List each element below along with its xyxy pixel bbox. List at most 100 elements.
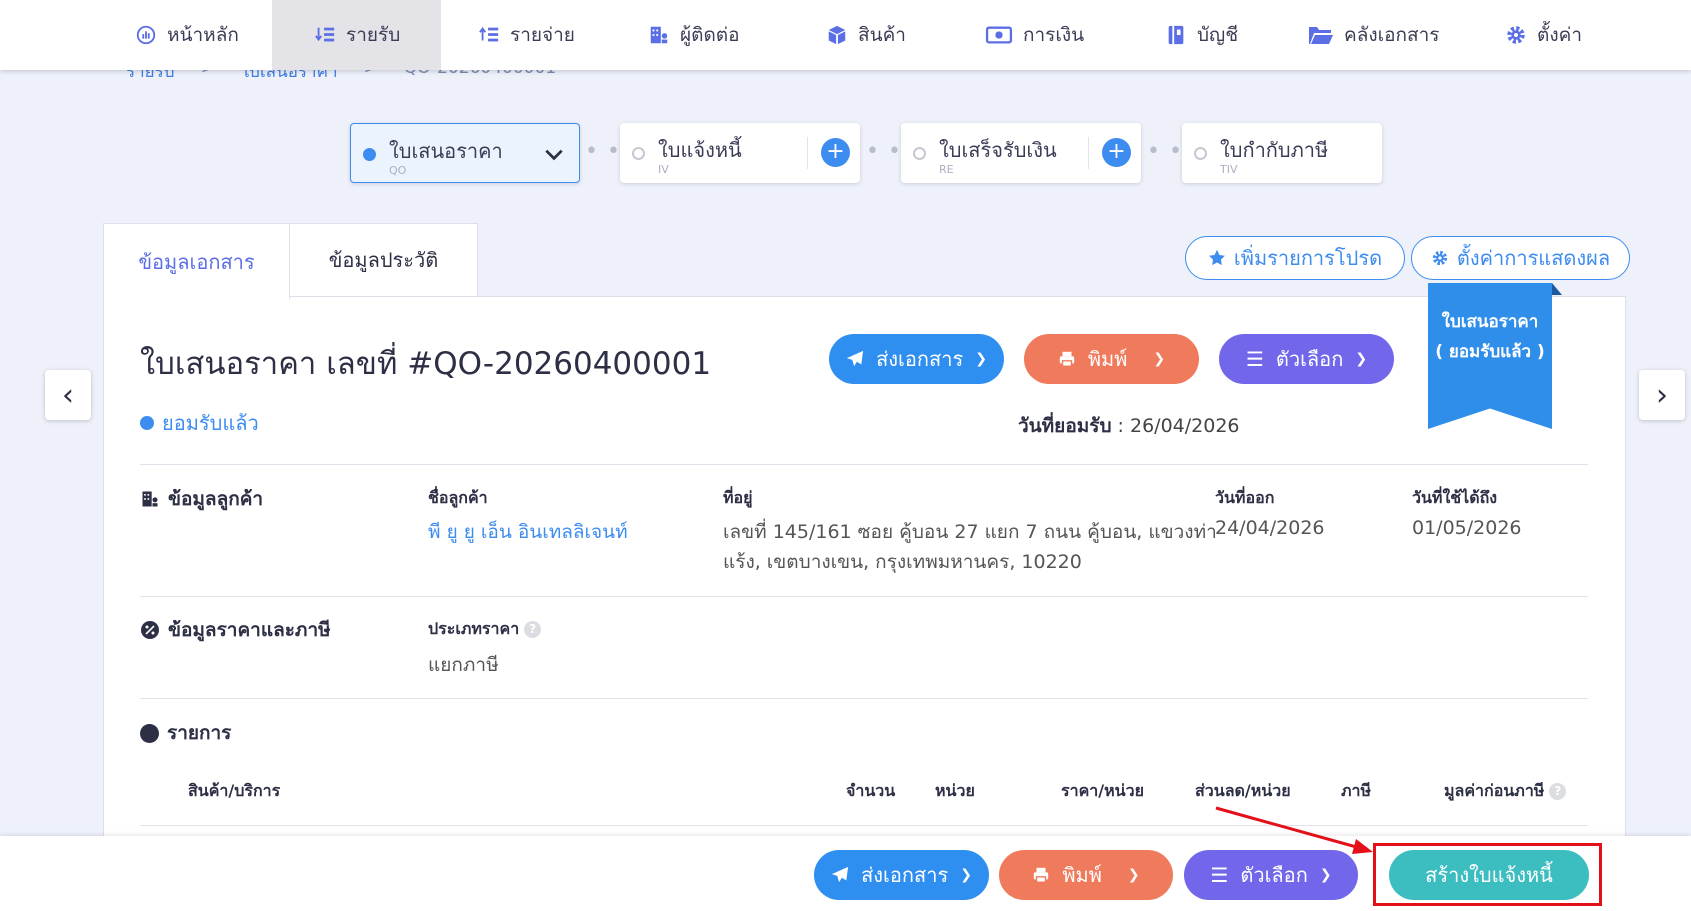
divider xyxy=(140,464,1588,465)
nav-income[interactable]: รายรับ xyxy=(272,0,441,70)
customer-name-link[interactable]: พี ยู ยู เอ็น อินเทลลิเจนท์ xyxy=(428,517,628,547)
step-code: QO xyxy=(389,164,407,177)
nav-label: หน้าหลัก xyxy=(167,24,239,46)
chevron-left-icon: ‹ xyxy=(62,377,74,413)
nav-accounting[interactable]: บัญชี xyxy=(1165,0,1238,70)
send-label: ส่งเอกสาร xyxy=(876,347,964,371)
previous-document-button[interactable]: ‹ xyxy=(45,370,91,420)
nav-contacts[interactable]: ผู้ติดต่อ xyxy=(648,0,740,70)
nav-label: ผู้ติดต่อ xyxy=(680,24,740,46)
print-button[interactable]: พิมพ์ ❯ xyxy=(1024,334,1199,384)
column-header-quantity: จำนวน xyxy=(846,781,896,800)
nav-expense[interactable]: รายจ่าย xyxy=(478,0,575,70)
step-label: ใบกำกับภาษี xyxy=(1220,138,1329,162)
nav-label: รายรับ xyxy=(346,24,401,46)
step-dot xyxy=(632,147,645,160)
tab-document-info[interactable]: ข้อมูลเอกสาร xyxy=(103,223,290,299)
gear-icon xyxy=(1507,26,1525,44)
printer-icon xyxy=(1059,351,1075,367)
tab-history[interactable]: ข้อมูลประวัติ xyxy=(289,223,478,297)
accepted-date: วันที่ยอมรับ : 26/04/2026 xyxy=(1018,411,1240,441)
star-icon xyxy=(1209,249,1225,266)
next-document-button[interactable]: › xyxy=(1639,370,1685,420)
step-tax-invoice[interactable]: ใบกำกับภาษี TIV xyxy=(1182,123,1382,183)
chevron-down-icon: ❯ xyxy=(1319,867,1332,883)
chevron-down-icon xyxy=(545,149,563,161)
document-title: ใบเสนอราคา เลขที่ #QO-20260400001 xyxy=(140,346,712,382)
accepted-date-label: วันที่ยอมรับ xyxy=(1018,415,1112,437)
step-quotation[interactable]: ใบเสนอราคา QO xyxy=(350,123,580,183)
items-section-title: รายการ xyxy=(140,718,231,748)
column-header-product: สินค้า/บริการ xyxy=(188,781,281,800)
column-header-unit-price: ราคา/หน่วย xyxy=(1061,781,1144,800)
customer-name-label: ชื่อลูกค้า xyxy=(428,488,488,507)
building-icon xyxy=(142,491,158,507)
accepted-date-value: : 26/04/2026 xyxy=(1111,415,1240,437)
nav-settings[interactable]: ตั้งค่า xyxy=(1505,0,1582,70)
status-dot xyxy=(140,416,154,430)
help-icon[interactable]: ? xyxy=(524,621,542,638)
top-navigation: หน้าหลัก รายรับ รายจ่าย ผู้ติดต่อ สินค้า… xyxy=(0,0,1691,70)
step-label: ใบเสร็จรับเงิน xyxy=(939,138,1057,162)
display-settings-button[interactable]: ตั้งค่าการแสดงผล xyxy=(1411,236,1630,280)
price-type-label: ประเภทราคา? xyxy=(428,617,542,642)
folder-icon xyxy=(1309,27,1333,44)
send-label: ส่งเอกสาร xyxy=(861,863,949,887)
chevron-down-icon: ❯ xyxy=(975,351,987,367)
nav-products[interactable]: สินค้า xyxy=(826,0,906,70)
price-type-label-text: ประเภทราคา xyxy=(428,619,520,638)
status-badge: ยอมรับแล้ว xyxy=(140,407,259,439)
step-code: IV xyxy=(658,163,669,176)
highlight-box xyxy=(1373,843,1602,906)
items-bullet xyxy=(140,723,159,743)
print-label: พิมพ์ xyxy=(1062,863,1102,887)
print-button[interactable]: พิมพ์ ❯ xyxy=(999,850,1173,900)
expense-icon xyxy=(479,27,499,42)
step-invoice[interactable]: ใบแจ้งหนี้ IV + xyxy=(620,123,860,183)
nav-documents[interactable]: คลังเอกสาร xyxy=(1308,0,1440,70)
step-dot xyxy=(1194,147,1207,160)
chevron-down-icon: ❯ xyxy=(1355,351,1368,367)
dashboard-icon xyxy=(136,25,156,45)
add-invoice-button[interactable]: + xyxy=(821,138,850,167)
menu-icon: ☰ xyxy=(1210,863,1229,887)
print-label: พิมพ์ xyxy=(1087,347,1128,371)
column-header-pretax-label: มูลค่าก่อนภาษี xyxy=(1444,781,1545,800)
divider xyxy=(807,137,808,169)
contacts-icon xyxy=(650,26,668,44)
divider xyxy=(140,698,1588,699)
step-receipt[interactable]: ใบเสร็จรับเงิน RE + xyxy=(901,123,1141,183)
divider xyxy=(1088,137,1089,169)
annotation-arrow xyxy=(1215,806,1373,854)
issue-date-label: วันที่ออก xyxy=(1215,488,1275,507)
add-favorite-button[interactable]: เพิ่มรายการโปรด xyxy=(1185,236,1405,280)
chevron-down-icon: ❯ xyxy=(1153,351,1166,367)
income-icon xyxy=(315,27,335,42)
paper-plane-icon xyxy=(831,866,849,883)
status-label: ยอมรับแล้ว xyxy=(162,411,259,435)
ribbon-status: ( ยอมรับแล้ว ) xyxy=(1435,342,1545,362)
customer-section-title: ข้อมูลลูกค้า xyxy=(140,484,263,514)
help-icon[interactable]: ? xyxy=(1549,783,1567,800)
chevron-down-icon: ❯ xyxy=(960,867,972,883)
nav-home[interactable]: หน้าหลัก xyxy=(135,0,239,70)
address-line-2: แร้ง, เขตบางเขน, กรุงเทพมหานคร, 10220 xyxy=(723,551,1082,573)
send-document-button[interactable]: ส่งเอกสาร ❯ xyxy=(829,334,1004,384)
address-line-1: เลขที่ 145/161 ซอย คู้บอน 27 แยก 7 ถนน ค… xyxy=(723,521,1217,543)
price-type-value: แยกภาษี xyxy=(428,654,499,676)
pricing-section-title: ข้อมูลราคาและภาษี xyxy=(140,615,331,645)
box-icon xyxy=(828,25,846,45)
address-label: ที่อยู่ xyxy=(723,488,753,507)
issue-date-value: 24/04/2026 xyxy=(1215,517,1325,539)
add-receipt-button[interactable]: + xyxy=(1102,138,1131,167)
step-code: TIV xyxy=(1220,163,1238,176)
options-button[interactable]: ☰ ตัวเลือก ❯ xyxy=(1219,334,1394,384)
send-document-button[interactable]: ส่งเอกสาร ❯ xyxy=(814,850,989,900)
percent-badge-icon xyxy=(141,621,159,639)
chevron-right-icon: › xyxy=(1656,377,1668,413)
ledger-icon xyxy=(1168,25,1184,45)
nav-finance[interactable]: การเงิน xyxy=(985,0,1084,70)
step-code: RE xyxy=(939,163,954,176)
menu-icon: ☰ xyxy=(1245,347,1264,371)
nav-label: การเงิน xyxy=(1023,24,1085,46)
